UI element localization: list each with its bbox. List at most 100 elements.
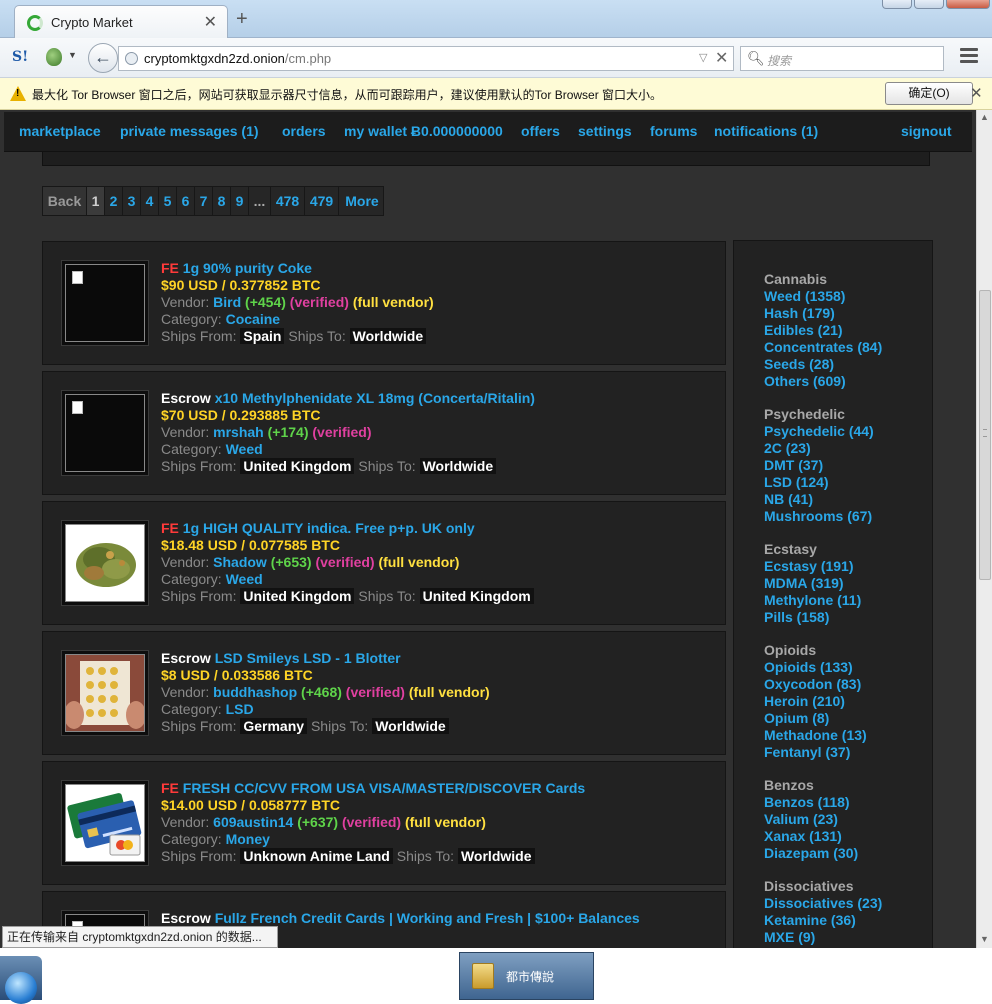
vendor-link[interactable]: 609austin14 — [213, 814, 293, 830]
listing-title[interactable]: Fullz French Credit Cards | Working and … — [215, 910, 640, 926]
category-link[interactable]: Others (609) — [764, 373, 882, 390]
category-link[interactable]: Xanax (131) — [764, 828, 858, 845]
listing-thumbnail[interactable] — [61, 780, 149, 866]
category-link[interactable]: Weed (1358) — [764, 288, 882, 305]
address-bar[interactable]: cryptomktgxdn2zd.onion/cm.php ▽ ✕ — [118, 46, 734, 71]
pager-page[interactable]: 9 — [231, 187, 249, 215]
category-link[interactable]: Mushrooms (67) — [764, 508, 874, 525]
hamburger-menu-icon[interactable] — [960, 48, 978, 64]
pager-page[interactable]: 7 — [195, 187, 213, 215]
maximize-button[interactable] — [914, 0, 944, 9]
listing-thumbnail[interactable] — [61, 520, 149, 606]
vendor-rating: (+653) — [270, 554, 312, 570]
pager-page[interactable]: 4 — [141, 187, 159, 215]
blotter-image — [64, 654, 146, 732]
category-link[interactable]: Valium (23) — [764, 811, 858, 828]
nav-signout[interactable]: signout — [901, 123, 952, 139]
category-link[interactable]: Diazepam (30) — [764, 845, 858, 862]
vendor-link[interactable]: buddhashop — [213, 684, 297, 700]
minimize-button[interactable] — [882, 0, 912, 9]
page-scrollbar[interactable]: ▲ ▼ — [976, 110, 992, 948]
close-window-button[interactable] — [946, 0, 990, 9]
category-link[interactable]: Ecstasy (191) — [764, 558, 861, 575]
stop-icon[interactable]: ✕ — [715, 48, 728, 68]
category-link[interactable]: Benzos (118) — [764, 794, 858, 811]
pager-page[interactable]: 3 — [123, 187, 141, 215]
category-link[interactable]: Cocaine — [226, 311, 280, 327]
nav-settings[interactable]: settings — [578, 123, 632, 139]
nav-offers[interactable]: offers — [521, 123, 560, 139]
category-link[interactable]: MXE (9) — [764, 929, 882, 946]
chevron-down-icon[interactable]: ▼ — [68, 50, 77, 60]
vendor-rating: (+468) — [301, 684, 342, 700]
tab-crypto-market[interactable]: Crypto Market ✕ — [14, 5, 228, 39]
category-link[interactable]: Heroin (210) — [764, 693, 867, 710]
vendor-link[interactable]: Bird — [213, 294, 241, 310]
url-text[interactable]: cryptomktgxdn2zd.onion/cm.php — [144, 51, 331, 66]
nav-wallet[interactable]: my wallet Ƀ0.000000000 — [344, 123, 503, 139]
ships-to-label: Ships To: — [358, 458, 416, 474]
nav-forums[interactable]: forums — [650, 123, 697, 139]
pager-page[interactable]: 5 — [159, 187, 177, 215]
listing-thumbnail[interactable] — [61, 390, 149, 476]
scrollbar-thumb[interactable] — [979, 290, 991, 580]
pager-page[interactable]: 478 — [271, 187, 305, 215]
pager-page[interactable]: 6 — [177, 187, 195, 215]
start-button[interactable] — [0, 956, 42, 1004]
listing-title[interactable]: 1g HIGH QUALITY indica. Free p+p. UK onl… — [183, 520, 475, 536]
nav-marketplace[interactable]: marketplace — [19, 123, 101, 139]
nav-orders[interactable]: orders — [282, 123, 326, 139]
back-button[interactable]: ← — [88, 43, 118, 73]
taskbar-item-folder[interactable]: 都市傳說 — [459, 952, 594, 1000]
category-link[interactable]: DMT (37) — [764, 457, 874, 474]
category-link[interactable]: Concentrates (84) — [764, 339, 882, 356]
nav-notifications[interactable]: notifications (1) — [714, 123, 818, 139]
close-tab-icon[interactable]: ✕ — [204, 12, 217, 32]
category-link[interactable]: LSD (124) — [764, 474, 874, 491]
category-link[interactable]: Methadone (13) — [764, 727, 867, 744]
search-box[interactable]: 🔍︎ 搜索 — [740, 46, 944, 71]
listing-thumbnail[interactable] — [61, 650, 149, 736]
tab-strip: Crypto Market ✕ + — [0, 0, 992, 39]
scroll-up-icon[interactable]: ▲ — [980, 112, 989, 122]
category-link[interactable]: LSD — [226, 701, 254, 717]
tor-onion-icon[interactable] — [46, 48, 62, 66]
notice-ok-button[interactable]: 确定(O) — [885, 82, 973, 105]
url-dropdown-icon[interactable]: ▽ — [699, 51, 707, 64]
category-link[interactable]: Oxycodon (83) — [764, 676, 867, 693]
listing-thumbnail[interactable] — [61, 260, 149, 346]
category-link[interactable]: Dissociatives (23) — [764, 895, 882, 912]
category-link[interactable]: Weed — [226, 571, 263, 587]
vendor-link[interactable]: mrshah — [213, 424, 264, 440]
pager-page[interactable]: 8 — [213, 187, 231, 215]
category-link[interactable]: Pills (158) — [764, 609, 861, 626]
nav-private-messages[interactable]: private messages (1) — [120, 123, 259, 139]
category-link[interactable]: Psychedelic (44) — [764, 423, 874, 440]
listing-title[interactable]: LSD Smileys LSD - 1 Blotter — [215, 650, 401, 666]
category-link[interactable]: Edibles (21) — [764, 322, 882, 339]
category-link[interactable]: Fentanyl (37) — [764, 744, 867, 761]
listing-title[interactable]: 1g 90% purity Coke — [183, 260, 312, 276]
pager-page[interactable]: 2 — [105, 187, 123, 215]
category-link[interactable]: 2C (23) — [764, 440, 874, 457]
category-link[interactable]: Hash (179) — [764, 305, 882, 322]
category-link[interactable]: Methylone (11) — [764, 592, 861, 609]
category-link[interactable]: Weed — [226, 441, 263, 457]
pager-more[interactable]: More — [339, 187, 385, 215]
category-link[interactable]: Ketamine (36) — [764, 912, 882, 929]
pager-back[interactable]: Back — [43, 187, 87, 215]
listing-title[interactable]: FRESH CC/CVV FROM USA VISA/MASTER/DISCOV… — [183, 780, 585, 796]
category-link[interactable]: Money — [226, 831, 270, 847]
category-link[interactable]: Opioids (133) — [764, 659, 867, 676]
vendor-link[interactable]: Shadow — [213, 554, 267, 570]
noscript-icon[interactable]: S! — [12, 49, 28, 65]
category-link[interactable]: MDMA (319) — [764, 575, 861, 592]
category-link[interactable]: Seeds (28) — [764, 356, 882, 373]
scroll-down-icon[interactable]: ▼ — [980, 934, 989, 944]
category-link[interactable]: Opium (8) — [764, 710, 867, 727]
listing-title[interactable]: x10 Methylphenidate XL 18mg (Concerta/Ri… — [215, 390, 535, 406]
new-tab-icon[interactable]: + — [236, 9, 248, 29]
pager-page[interactable]: 479 — [305, 187, 339, 215]
close-notice-icon[interactable]: ✕ — [970, 84, 983, 102]
category-link[interactable]: NB (41) — [764, 491, 874, 508]
